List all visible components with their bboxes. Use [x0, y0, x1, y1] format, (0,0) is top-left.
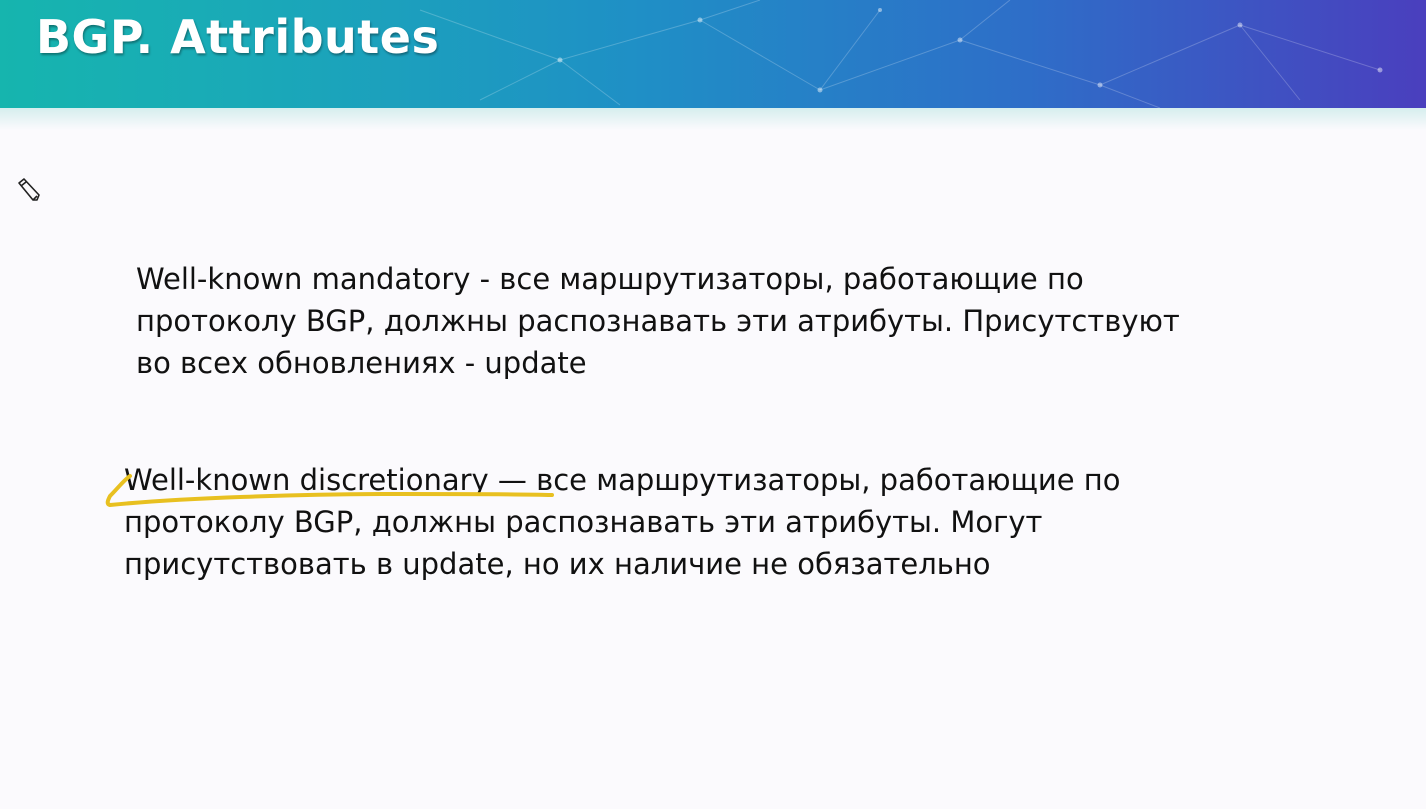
discretionary-attributes-paragraph: Well-known discretionary — все маршрутиз… [124, 459, 1121, 585]
slide-title: BGP. Attributes [36, 10, 440, 64]
paragraph-line: протоколу BGP, должны распознавать эти а… [124, 505, 1043, 539]
paragraph-line: присутствовать в update, но их наличие н… [124, 547, 991, 581]
pen-tool-icon[interactable] [15, 176, 43, 204]
paragraph-line: Well-known discretionary — все маршрутиз… [124, 463, 1121, 497]
slide-header-banner: BGP. Attributes [0, 0, 1426, 108]
slide: BGP. Attributes Well-known mandatory - в… [0, 0, 1426, 809]
mandatory-attributes-paragraph: Well-known mandatory - все маршрутизатор… [136, 258, 1180, 384]
paragraph-line: во всех обновлениях - update [136, 346, 587, 380]
paragraph-line: протоколу BGP, должны распознавать эти а… [136, 304, 1180, 338]
paragraph-line: Well-known mandatory - все маршрутизатор… [136, 262, 1084, 296]
header-shadow [0, 108, 1426, 130]
